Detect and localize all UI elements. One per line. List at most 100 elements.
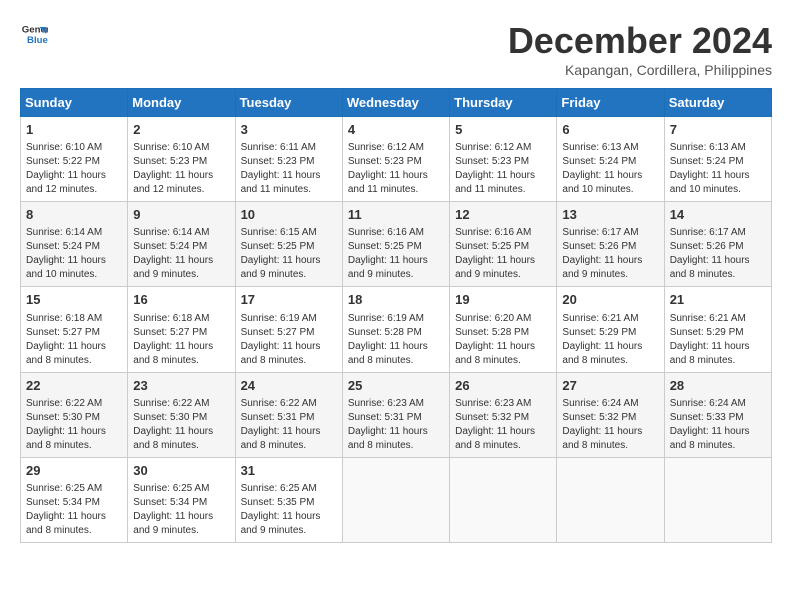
- title-area: December 2024 Kapangan, Cordillera, Phil…: [508, 20, 772, 78]
- day-number: 3: [241, 121, 337, 139]
- day-header-saturday: Saturday: [664, 89, 771, 117]
- day-header-monday: Monday: [128, 89, 235, 117]
- day-number: 13: [562, 206, 658, 224]
- day-number: 23: [133, 377, 229, 395]
- day-number: 5: [455, 121, 551, 139]
- day-number: 8: [26, 206, 122, 224]
- day-info: Sunrise: 6:21 AM Sunset: 5:29 PM Dayligh…: [562, 312, 658, 368]
- calendar-week-row: 29 Sunrise: 6:25 AM Sunset: 5:34 PM Dayli…: [21, 457, 772, 542]
- day-header-tuesday: Tuesday: [235, 89, 342, 117]
- day-info: Sunrise: 6:18 AM Sunset: 5:27 PM Dayligh…: [26, 312, 122, 368]
- calendar-cell: 20Sunrise: 6:21 AM Sunset: 5:29 PM Dayli…: [557, 287, 664, 372]
- day-info: Sunrise: 6:25 AM Sunset: 5:34 PM Dayligh…: [26, 482, 122, 538]
- calendar-cell: 17 Sunrise: 6:19 AM Sunset: 5:27 PM Dayli…: [235, 287, 342, 372]
- day-info: Sunrise: 6:17 AM Sunset: 5:26 PM Dayligh…: [670, 226, 766, 282]
- day-info: Sunrise: 6:14 AM Sunset: 5:24 PM Dayligh…: [133, 226, 229, 282]
- day-number: 18: [348, 291, 444, 309]
- day-info: Sunrise: 6:19 AM Sunset: 5:28 PM Dayligh…: [348, 312, 444, 368]
- day-number: 30: [133, 462, 229, 480]
- day-number: 7: [670, 121, 766, 139]
- day-info: Sunrise: 6:25 AM Sunset: 5:34 PM Dayligh…: [133, 482, 229, 538]
- day-number: 9: [133, 206, 229, 224]
- calendar-cell: 19Sunrise: 6:20 AM Sunset: 5:28 PM Dayli…: [450, 287, 557, 372]
- calendar-cell: 23 Sunrise: 6:22 AM Sunset: 5:30 PM Dayli…: [128, 372, 235, 457]
- calendar-week-row: 22Sunrise: 6:22 AM Sunset: 5:30 PM Dayli…: [21, 372, 772, 457]
- calendar-week-row: 8 Sunrise: 6:14 AM Sunset: 5:24 PM Daylig…: [21, 202, 772, 287]
- calendar-cell: 5 Sunrise: 6:12 AM Sunset: 5:23 PM Daylig…: [450, 117, 557, 202]
- page-header: General Blue December 2024 Kapangan, Cor…: [20, 20, 772, 78]
- calendar-cell: 25Sunrise: 6:23 AM Sunset: 5:31 PM Dayli…: [342, 372, 449, 457]
- day-number: 11: [348, 206, 444, 224]
- day-info: Sunrise: 6:23 AM Sunset: 5:31 PM Dayligh…: [348, 397, 444, 453]
- day-number: 14: [670, 206, 766, 224]
- calendar-cell: 21 Sunrise: 6:21 AM Sunset: 5:29 PM Dayli…: [664, 287, 771, 372]
- calendar-cell: 14 Sunrise: 6:17 AM Sunset: 5:26 PM Dayli…: [664, 202, 771, 287]
- calendar-cell: 12 Sunrise: 6:16 AM Sunset: 5:25 PM Dayli…: [450, 202, 557, 287]
- day-info: Sunrise: 6:17 AM Sunset: 5:26 PM Dayligh…: [562, 226, 658, 282]
- calendar-cell: 22Sunrise: 6:22 AM Sunset: 5:30 PM Dayli…: [21, 372, 128, 457]
- day-info: Sunrise: 6:21 AM Sunset: 5:29 PM Dayligh…: [670, 312, 766, 368]
- day-number: 24: [241, 377, 337, 395]
- calendar-cell: [664, 457, 771, 542]
- day-number: 4: [348, 121, 444, 139]
- day-info: Sunrise: 6:16 AM Sunset: 5:25 PM Dayligh…: [348, 226, 444, 282]
- location-subtitle: Kapangan, Cordillera, Philippines: [508, 62, 772, 78]
- day-number: 6: [562, 121, 658, 139]
- day-info: Sunrise: 6:12 AM Sunset: 5:23 PM Dayligh…: [348, 141, 444, 197]
- calendar-cell: 31Sunrise: 6:25 AM Sunset: 5:35 PM Dayli…: [235, 457, 342, 542]
- calendar-cell: 11 Sunrise: 6:16 AM Sunset: 5:25 PM Dayli…: [342, 202, 449, 287]
- day-number: 27: [562, 377, 658, 395]
- day-number: 1: [26, 121, 122, 139]
- day-header-friday: Friday: [557, 89, 664, 117]
- day-number: 29: [26, 462, 122, 480]
- day-info: Sunrise: 6:10 AM Sunset: 5:23 PM Dayligh…: [133, 141, 229, 197]
- calendar-week-row: 15 Sunrise: 6:18 AM Sunset: 5:27 PM Dayli…: [21, 287, 772, 372]
- svg-text:Blue: Blue: [27, 35, 48, 46]
- calendar-cell: [557, 457, 664, 542]
- day-number: 26: [455, 377, 551, 395]
- day-info: Sunrise: 6:16 AM Sunset: 5:25 PM Dayligh…: [455, 226, 551, 282]
- day-info: Sunrise: 6:12 AM Sunset: 5:23 PM Dayligh…: [455, 141, 551, 197]
- logo: General Blue: [20, 20, 48, 48]
- month-title: December 2024: [508, 20, 772, 62]
- calendar-cell: 28 Sunrise: 6:24 AM Sunset: 5:33 PM Dayli…: [664, 372, 771, 457]
- calendar-cell: 6 Sunrise: 6:13 AM Sunset: 5:24 PM Daylig…: [557, 117, 664, 202]
- calendar-cell: 26Sunrise: 6:23 AM Sunset: 5:32 PM Dayli…: [450, 372, 557, 457]
- calendar-cell: 15 Sunrise: 6:18 AM Sunset: 5:27 PM Dayli…: [21, 287, 128, 372]
- calendar-cell: [342, 457, 449, 542]
- calendar-cell: 9 Sunrise: 6:14 AM Sunset: 5:24 PM Daylig…: [128, 202, 235, 287]
- day-number: 16: [133, 291, 229, 309]
- day-number: 28: [670, 377, 766, 395]
- day-info: Sunrise: 6:19 AM Sunset: 5:27 PM Dayligh…: [241, 312, 337, 368]
- day-header-thursday: Thursday: [450, 89, 557, 117]
- logo-icon: General Blue: [20, 20, 48, 48]
- day-info: Sunrise: 6:24 AM Sunset: 5:33 PM Dayligh…: [670, 397, 766, 453]
- day-info: Sunrise: 6:15 AM Sunset: 5:25 PM Dayligh…: [241, 226, 337, 282]
- day-info: Sunrise: 6:22 AM Sunset: 5:31 PM Dayligh…: [241, 397, 337, 453]
- day-info: Sunrise: 6:22 AM Sunset: 5:30 PM Dayligh…: [26, 397, 122, 453]
- day-number: 12: [455, 206, 551, 224]
- day-info: Sunrise: 6:20 AM Sunset: 5:28 PM Dayligh…: [455, 312, 551, 368]
- day-info: Sunrise: 6:22 AM Sunset: 5:30 PM Dayligh…: [133, 397, 229, 453]
- day-info: Sunrise: 6:13 AM Sunset: 5:24 PM Dayligh…: [562, 141, 658, 197]
- day-info: Sunrise: 6:13 AM Sunset: 5:24 PM Dayligh…: [670, 141, 766, 197]
- calendar-table: SundayMondayTuesdayWednesdayThursdayFrid…: [20, 88, 772, 543]
- day-header-wednesday: Wednesday: [342, 89, 449, 117]
- calendar-cell: 8 Sunrise: 6:14 AM Sunset: 5:24 PM Daylig…: [21, 202, 128, 287]
- day-info: Sunrise: 6:11 AM Sunset: 5:23 PM Dayligh…: [241, 141, 337, 197]
- day-number: 21: [670, 291, 766, 309]
- calendar-cell: 10Sunrise: 6:15 AM Sunset: 5:25 PM Dayli…: [235, 202, 342, 287]
- day-number: 17: [241, 291, 337, 309]
- calendar-cell: 24 Sunrise: 6:22 AM Sunset: 5:31 PM Dayli…: [235, 372, 342, 457]
- calendar-cell: 27Sunrise: 6:24 AM Sunset: 5:32 PM Dayli…: [557, 372, 664, 457]
- calendar-week-row: 1 Sunrise: 6:10 AM Sunset: 5:22 PM Daylig…: [21, 117, 772, 202]
- calendar-cell: 2Sunrise: 6:10 AM Sunset: 5:23 PM Daylig…: [128, 117, 235, 202]
- day-number: 31: [241, 462, 337, 480]
- calendar-cell: 29 Sunrise: 6:25 AM Sunset: 5:34 PM Dayli…: [21, 457, 128, 542]
- day-info: Sunrise: 6:14 AM Sunset: 5:24 PM Dayligh…: [26, 226, 122, 282]
- day-info: Sunrise: 6:18 AM Sunset: 5:27 PM Dayligh…: [133, 312, 229, 368]
- day-info: Sunrise: 6:10 AM Sunset: 5:22 PM Dayligh…: [26, 141, 122, 197]
- calendar-cell: [450, 457, 557, 542]
- day-header-sunday: Sunday: [21, 89, 128, 117]
- day-number: 15: [26, 291, 122, 309]
